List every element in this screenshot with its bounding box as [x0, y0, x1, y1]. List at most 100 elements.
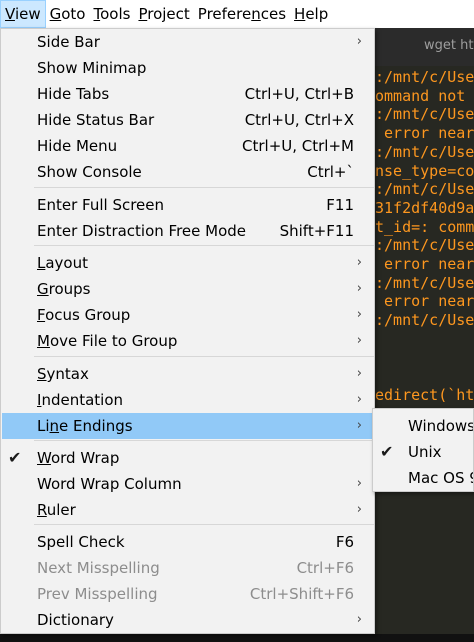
menu-item-label: Layout — [37, 254, 88, 272]
menu-item-ruler[interactable]: Ruler › — [2, 497, 374, 523]
chevron-right-icon: › — [356, 392, 362, 407]
shortcut-label: Ctrl+Shift+F6 — [249, 585, 354, 603]
menu-item-label: Show Console — [37, 163, 142, 181]
submenu-item-label: Windows — [408, 417, 474, 435]
shortcut-label: Ctrl+F6 — [296, 559, 354, 577]
menu-item-label: Hide Status Bar — [37, 111, 155, 129]
code-line: t_id=: comm — [375, 217, 474, 236]
submenu-item-windows[interactable]: Windows — [374, 413, 474, 439]
menu-item-label: Spell Check — [37, 533, 125, 551]
shortcut-label: Ctrl+U, Ctrl+M — [242, 137, 354, 155]
menu-item-label: Side Bar — [37, 33, 100, 51]
chevron-right-icon: › — [356, 255, 362, 270]
menu-goto[interactable]: Goto — [46, 0, 90, 28]
menu-item-groups[interactable]: Groups › — [2, 276, 374, 302]
chevron-right-icon: › — [356, 502, 362, 517]
menu-view[interactable]: View — [0, 0, 46, 28]
shortcut-label: Ctrl+U, Ctrl+X — [244, 111, 354, 129]
menu-item-label: Indentation — [37, 391, 124, 409]
menu-bar: View Goto Tools Project Preferences Help — [0, 0, 474, 28]
menu-item-enter-full-screen[interactable]: Enter Full Screen F11 — [2, 192, 374, 218]
code-line: error near — [375, 124, 474, 143]
menu-item-indentation[interactable]: Indentation › — [2, 387, 374, 413]
shortcut-label: F6 — [335, 533, 354, 551]
menu-item-label: Focus Group — [37, 306, 131, 324]
menu-tools[interactable]: Tools — [89, 0, 134, 28]
menu-item-word-wrap-column[interactable]: Word Wrap Column › — [2, 471, 374, 497]
code-line: :/mnt/c/Use — [375, 180, 474, 199]
menu-item-side-bar[interactable]: Side Bar › — [2, 29, 374, 55]
menu-help[interactable]: Help — [290, 0, 332, 28]
code-line: :/mnt/c/Use — [375, 273, 474, 292]
checkmark-icon: ✔ — [380, 442, 394, 461]
menu-project[interactable]: Project — [134, 0, 193, 28]
menu-item-next-misspelling: Next Misspelling Ctrl+F6 — [2, 555, 374, 581]
menu-separator — [34, 524, 374, 525]
submenu-item-label: Unix — [408, 443, 442, 461]
chevron-right-icon: › — [356, 281, 362, 296]
chevron-right-icon: › — [356, 366, 362, 381]
menu-item-hide-menu[interactable]: Hide Menu Ctrl+U, Ctrl+M — [2, 133, 374, 159]
menu-item-word-wrap[interactable]: ✔ Word Wrap — [2, 445, 374, 471]
menu-item-label: Groups — [37, 280, 91, 298]
menu-item-label: Word Wrap — [37, 449, 120, 467]
status-strip — [0, 634, 474, 642]
chevron-right-icon: › — [356, 476, 362, 491]
menu-item-label: Move File to Group — [37, 332, 178, 350]
menu-item-label: Next Misspelling — [37, 559, 160, 577]
code-line: error near — [375, 255, 474, 273]
shortcut-label: Ctrl+U, Ctrl+B — [244, 85, 354, 103]
code-line: nse_type=co — [375, 161, 474, 180]
submenu-item-unix[interactable]: ✔ Unix — [374, 439, 473, 465]
view-menu-dropdown: Side Bar › Show Minimap Hide Tabs Ctrl+U, Ct… — [0, 28, 375, 634]
menu-separator — [34, 245, 374, 246]
menu-item-label: Show Minimap — [37, 59, 147, 77]
menu-item-label: Hide Tabs — [37, 85, 110, 103]
menu-separator — [34, 440, 374, 441]
menu-item-label: Prev Misspelling — [37, 585, 158, 603]
chevron-right-icon: › — [356, 612, 362, 627]
menu-item-hide-status-bar[interactable]: Hide Status Bar Ctrl+U, Ctrl+X — [2, 107, 374, 133]
shortcut-label: Ctrl+` — [307, 163, 354, 181]
shortcut-label: F11 — [326, 196, 354, 214]
menu-item-line-endings[interactable]: Line Endings › — [2, 413, 374, 439]
menu-separator — [34, 187, 374, 188]
menu-item-dictionary[interactable]: Dictionary › — [2, 607, 374, 633]
code-line: ommand not — [375, 86, 466, 105]
menu-item-spell-check[interactable]: Spell Check F6 — [2, 529, 374, 555]
submenu-item-mac-os-9[interactable]: Mac OS 9 — [374, 465, 474, 491]
code-line: :/mnt/c/Use — [375, 68, 474, 86]
menu-item-label: Hide Menu — [37, 137, 118, 155]
menu-item-label: Dictionary — [37, 611, 114, 629]
chevron-right-icon: › — [356, 307, 362, 322]
menu-item-label: Enter Distraction Free Mode — [37, 222, 247, 240]
menu-item-hide-tabs[interactable]: Hide Tabs Ctrl+U, Ctrl+B — [2, 81, 374, 107]
code-editor[interactable]: :/mnt/c/Use ommand not:/mnt/c/Use error n… — [375, 66, 474, 642]
submenu-item-label: Mac OS 9 — [408, 469, 474, 487]
menu-item-label: Word Wrap Column — [37, 475, 182, 493]
code-line: :/mnt/c/Use — [375, 105, 474, 124]
chevron-right-icon: › — [356, 418, 362, 433]
chevron-right-icon: › — [356, 34, 362, 49]
chevron-right-icon: › — [356, 333, 362, 348]
menu-item-focus-group[interactable]: Focus Group › — [2, 302, 374, 328]
line-endings-submenu: Windows ✔ Unix Mac OS 9 — [372, 408, 474, 492]
menu-item-label: Ruler — [37, 501, 76, 519]
code-line: :/mnt/c/Use — [375, 311, 474, 330]
menu-item-enter-distraction-free-mode[interactable]: Enter Distraction Free Mode Shift+F11 — [2, 218, 374, 244]
code-line: error near — [375, 292, 474, 311]
shortcut-label: Shift+F11 — [279, 222, 354, 240]
code-line: :/mnt/c/Use — [375, 236, 474, 255]
code-line: 31f2df40d9a — [375, 198, 474, 217]
menu-preferences[interactable]: Preferences — [194, 0, 290, 28]
menu-item-syntax[interactable]: Syntax › — [2, 361, 374, 387]
menu-item-show-console[interactable]: Show Console Ctrl+` — [2, 159, 374, 185]
code-line: edirect(`ht — [375, 385, 474, 404]
editor-tab[interactable]: wget htt — [424, 38, 474, 53]
menu-item-label: Syntax — [37, 365, 89, 383]
code-line: :/mnt/c/Use — [375, 142, 474, 161]
menu-item-label: Line Endings — [37, 417, 133, 435]
menu-item-move-file-to-group[interactable]: Move File to Group › — [2, 328, 374, 354]
menu-item-show-minimap[interactable]: Show Minimap — [2, 55, 374, 81]
menu-item-layout[interactable]: Layout › — [2, 250, 374, 276]
